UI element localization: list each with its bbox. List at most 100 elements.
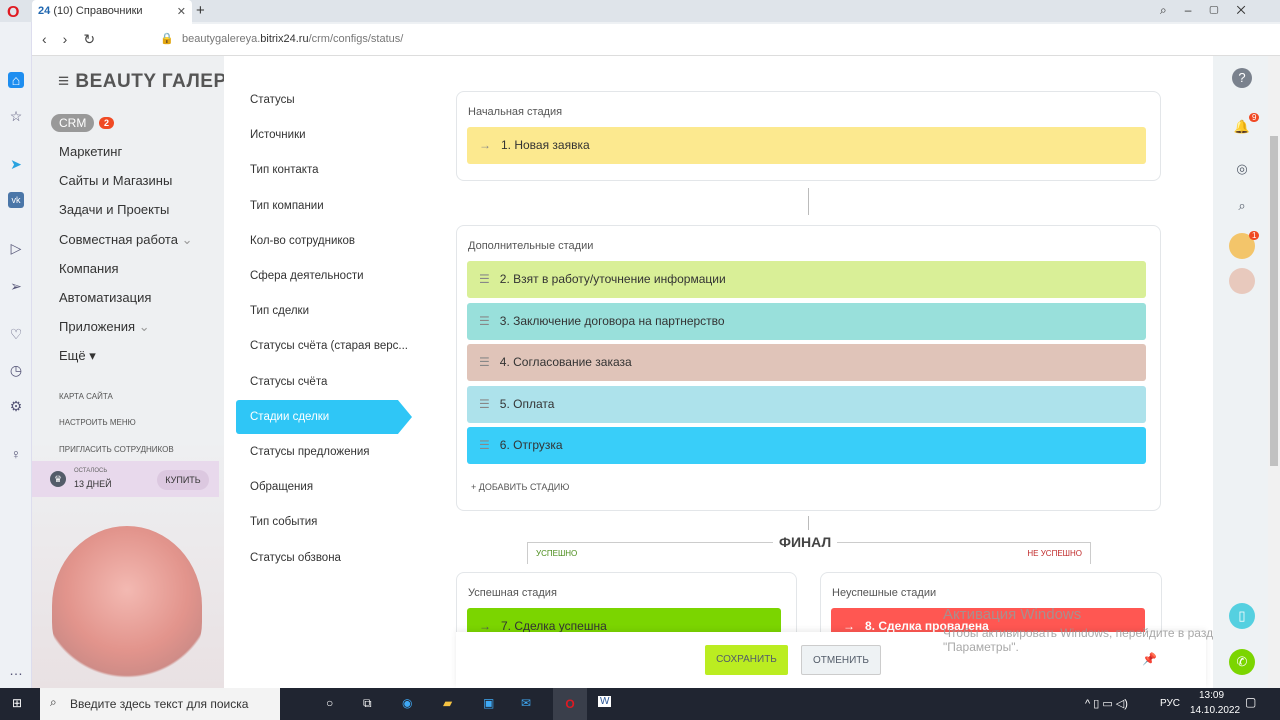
notification-center-icon[interactable]: ▢ <box>1245 695 1256 709</box>
drag-handle-icon[interactable]: ☰ <box>479 397 490 411</box>
player-icon[interactable]: ▷ <box>8 240 24 256</box>
phone-icon[interactable]: ▯ <box>1229 603 1255 629</box>
subnav-item[interactable]: Статусы счёта <box>250 376 327 388</box>
cortana-icon[interactable]: ○ <box>326 696 333 710</box>
left-menu: ≡ BEAUTY ГАЛЕРЕЯ CRM 2 Маркетинг Сайты и… <box>32 56 253 688</box>
drag-handle-icon[interactable]: ☰ <box>479 438 490 452</box>
menu-item-crm[interactable]: CRM <box>51 114 95 132</box>
tray-icons[interactable]: ^ ▯ ▭ ◁) <box>1085 697 1128 710</box>
cancel-button[interactable]: ОТМЕНИТЬ <box>801 645 881 675</box>
store-icon[interactable]: ▣ <box>483 696 494 710</box>
url-field[interactable]: beautygalereya.bitrix24.ru/crm/configs/s… <box>182 33 403 45</box>
notification-count: 9 <box>1249 113 1260 122</box>
nav-buttons-icon[interactable]: ‹›↻ <box>42 31 111 48</box>
menu-item[interactable]: Компания <box>59 261 119 276</box>
subnav-item[interactable]: Статусы <box>250 94 295 106</box>
subnav-item[interactable]: Обращения <box>250 481 313 493</box>
stage-row[interactable]: ☰ 6. Отгрузка <box>467 427 1146 464</box>
stage-label: 2. Взят в работу/уточнение информации <box>499 272 726 286</box>
stage-row[interactable]: → 1. Новая заявка <box>467 127 1146 164</box>
window-controls[interactable]: ⌕–▢✕ <box>1160 3 1264 18</box>
language-indicator[interactable]: РУС <box>1160 698 1180 709</box>
call-icon[interactable]: ✆ <box>1229 649 1255 675</box>
menu-item[interactable]: Ещё ▾ <box>59 348 96 364</box>
crown-icon: ♛ <box>50 471 66 487</box>
heart-icon[interactable]: ♡ <box>8 326 24 342</box>
subnav-item[interactable]: Тип контакта <box>250 164 319 176</box>
home-icon[interactable]: ⌂ <box>8 72 24 88</box>
pin-icon[interactable]: 📌 <box>1142 652 1157 666</box>
browser-tab-bar: 24 (10) Справочники ✕ + ⌕–▢✕ <box>0 0 1280 24</box>
avatar-count: 1 <box>1249 231 1260 240</box>
drag-handle-icon[interactable]: ☰ <box>479 272 490 286</box>
menu-item[interactable]: Приложения ⌄ <box>59 319 150 335</box>
menu-item[interactable]: Сайты и Магазины <box>59 173 172 188</box>
vk-icon[interactable]: vk <box>8 192 24 208</box>
tab-badge: 24 <box>38 5 51 17</box>
subnav-item[interactable]: Стадии сделки <box>250 411 329 423</box>
send-icon[interactable]: ➢ <box>8 278 24 294</box>
final-title: ФИНАЛ <box>773 534 838 550</box>
stage-label: 6. Отгрузка <box>499 438 563 452</box>
sitemap-link[interactable]: Карта сайта <box>59 392 113 401</box>
save-button[interactable]: СОХРАНИТЬ <box>705 645 788 675</box>
crm-counter: 2 <box>99 117 115 129</box>
content-panel: Статусы Источники Тип контакта Тип компании… <box>224 56 1213 692</box>
new-tab-icon[interactable]: + <box>196 2 205 19</box>
menu-item[interactable]: Автоматизация <box>59 290 151 305</box>
windows-activation-watermark: Активация Windows Чтобы активировать Win… <box>943 606 1227 654</box>
stage-row[interactable]: ☰ 2. Взят в работу/уточнение информации <box>467 261 1146 298</box>
initial-stage-card: Начальная стадия → 1. Новая заявка <box>456 91 1161 181</box>
chat-icon[interactable]: ◎ <box>1229 156 1255 182</box>
menu-item[interactable]: Задачи и Проекты <box>59 202 169 217</box>
telegram-icon[interactable]: ➤ <box>8 156 24 172</box>
menu-item[interactable]: Совместная работа ⌄ <box>59 232 192 248</box>
drag-handle-icon[interactable]: ☰ <box>479 355 490 369</box>
taskbar-search[interactable]: ⌕ Введите здесь текст для поиска <box>40 688 280 720</box>
subnav-item[interactable]: Статусы предложения <box>250 446 370 458</box>
explorer-icon[interactable]: ▰ <box>443 696 452 710</box>
success-label: УСПЕШНО <box>536 549 578 558</box>
star-icon[interactable]: ☆ <box>8 108 24 124</box>
tab-title: (10) Справочники <box>53 5 143 17</box>
subnav-item[interactable]: Статусы счёта (старая верс... <box>250 340 408 352</box>
subnav-item[interactable]: Тип сделки <box>250 305 309 317</box>
browser-tab[interactable]: 24 (10) Справочники ✕ <box>32 0 192 24</box>
configure-menu-link[interactable]: Настроить меню <box>59 418 136 427</box>
extra-stages-card: Дополнительные стадии ☰ 2. Взят в работу/… <box>456 225 1161 511</box>
stage-row[interactable]: ☰ 4. Согласование заказа <box>467 344 1146 381</box>
help-icon[interactable]: ? <box>1232 68 1252 88</box>
windows-start-icon[interactable]: ⊞ <box>12 696 22 710</box>
opera-taskbar-icon[interactable]: O <box>553 688 587 720</box>
search-icon[interactable]: ⌕ <box>1229 193 1255 219</box>
subnav-item[interactable]: Тип компании <box>250 200 324 212</box>
opera-logo-icon[interactable]: O <box>7 4 19 22</box>
mail-icon[interactable]: ✉ <box>521 696 531 710</box>
edge-icon[interactable]: ◉ <box>402 696 412 710</box>
history-icon[interactable]: ◷ <box>8 362 24 378</box>
stage-row[interactable]: ☰ 3. Заключение договора на партнерство <box>467 302 1146 340</box>
word-icon[interactable]: W <box>598 696 612 707</box>
subnav-item[interactable]: Тип события <box>250 516 317 528</box>
bulb-icon[interactable]: ♀ <box>8 446 24 462</box>
more-icon[interactable]: … <box>8 662 24 678</box>
add-stage-button[interactable]: + ДОБАВИТЬ СТАДИЮ <box>471 482 569 492</box>
clock-time[interactable]: 13:09 <box>1199 690 1224 701</box>
task-view-icon[interactable]: ⧉ <box>363 696 372 711</box>
scrollbar-thumb[interactable] <box>1270 136 1278 466</box>
close-tab-icon[interactable]: ✕ <box>177 5 186 18</box>
settings-icon[interactable]: ⚙ <box>8 398 24 414</box>
scrollbar[interactable] <box>1268 56 1280 688</box>
fail-label: НЕ УСПЕШНО <box>1027 549 1082 558</box>
subnav-item[interactable]: Статусы обзвона <box>250 552 341 564</box>
subnav-item[interactable]: Сфера деятельности <box>250 270 364 282</box>
avatar[interactable] <box>1229 268 1255 294</box>
menu-item[interactable]: Маркетинг <box>59 144 122 159</box>
clock-date[interactable]: 14.10.2022 <box>1190 705 1240 716</box>
stage-row[interactable]: ☰ 5. Оплата <box>467 385 1146 423</box>
subnav-item[interactable]: Кол-во сотрудников <box>250 235 355 247</box>
drag-handle-icon[interactable]: ☰ <box>479 314 490 328</box>
buy-button[interactable]: КУПИТЬ <box>157 470 209 490</box>
subnav-item[interactable]: Источники <box>250 129 306 141</box>
invite-link[interactable]: Пригласить сотрудников <box>59 445 174 454</box>
